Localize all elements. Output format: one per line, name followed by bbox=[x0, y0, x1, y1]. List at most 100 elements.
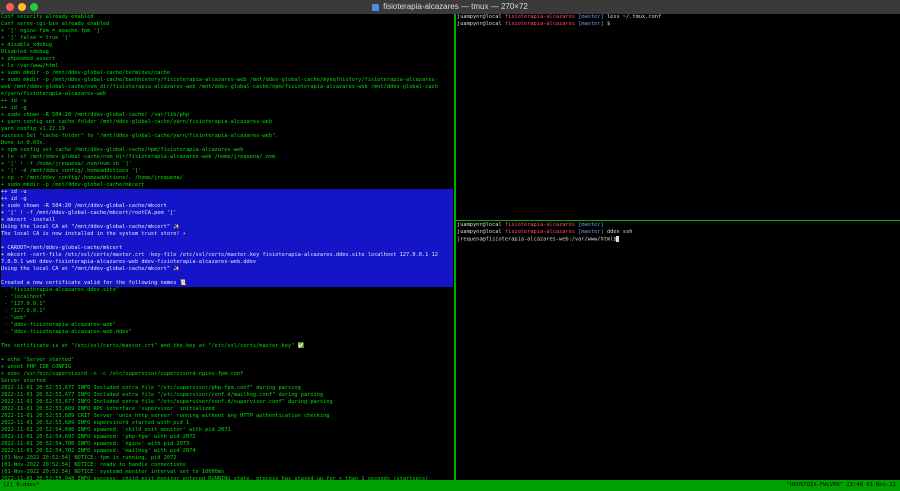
terminal-pane-left[interactable]: Conf security already enabled Conf serve-… bbox=[1, 14, 453, 480]
terminal-line: - "localhost" bbox=[1, 294, 46, 300]
prompt-project: fisioterapia-alcazares bbox=[504, 21, 576, 27]
terminal-line: Disabled xdebug bbox=[1, 49, 49, 55]
prompt-user: juampynr@local bbox=[457, 21, 502, 27]
terminal-line: - "fisioterapia-alcazares.ddev.site" bbox=[1, 287, 119, 293]
minimize-window-button[interactable] bbox=[18, 3, 26, 11]
terminal-line: Created a new certificate valid for the … bbox=[1, 280, 453, 287]
prompt-line: juampynr@local fisioterapia-alcazares [m… bbox=[457, 222, 899, 229]
terminal-line: + exec /usr/bin/supervisord -n -c /etc/s… bbox=[1, 371, 244, 377]
terminal-line: + '[' -d /mnt/ddev_config/.homeadditions… bbox=[1, 168, 142, 174]
window-title: fisioterapia-alcazares — tmux — 270×72 bbox=[372, 0, 528, 14]
terminal-pane-right-bottom[interactable]: juampynr@local fisioterapia-alcazares [m… bbox=[457, 222, 899, 480]
terminal-line: Using the local CA at "/mnt/ddev-global-… bbox=[1, 266, 453, 273]
prompt-user: juampynr@local bbox=[457, 14, 502, 20]
window-title-label: fisioterapia-alcazares — tmux — 270×72 bbox=[383, 2, 528, 11]
terminal-line: 2022-11-01 20:52:53,689 INFO supervisord… bbox=[1, 420, 190, 426]
prompt-user: juampynr@local bbox=[457, 222, 502, 228]
terminal-line: + yarn config set cache-folder /mnt/ddev… bbox=[1, 119, 273, 125]
terminal-line: + CAROOT=/mnt/ddev-global-cache/mkcert bbox=[1, 245, 453, 252]
terminal-line: 2022-11-01 20:52:53,689 CRIT Server 'uni… bbox=[1, 413, 330, 419]
terminal-line: + sudo chown -R 504:20 /mnt/ddev-global-… bbox=[1, 203, 453, 210]
terminal-line: + mkcert -install bbox=[1, 217, 453, 224]
terminal-line: web /mnt/ddev-global-cache/nvm_dir/fisio… bbox=[1, 84, 438, 90]
terminal-line: + '[' nginx-fpm = apache-fpm ']' bbox=[1, 28, 104, 34]
terminal-line: + sudo mkdir -p /mnt/ddev-global-cache/t… bbox=[1, 70, 171, 76]
terminal-line: The certificate is at "/etc/ssl/certs/ma… bbox=[1, 343, 305, 349]
terminal-line: - "127.0.0.1" bbox=[1, 301, 46, 307]
terminal-pane-right-top[interactable]: juampynr@local fisioterapia-alcazares [m… bbox=[457, 14, 899, 220]
prompt-line: juampynr@local fisioterapia-alcazares [m… bbox=[457, 14, 899, 21]
prompt-branch: [master] bbox=[578, 21, 604, 27]
terminal-line: + disable_xdebug bbox=[1, 42, 53, 48]
maximize-window-button[interactable] bbox=[30, 3, 38, 11]
prompt-command: $ bbox=[606, 21, 611, 27]
container-prompt-text: jrequena@fisioterapia-alcazares-web:/var… bbox=[457, 236, 617, 243]
terminal-line: + sudo mkdir -p /mnt/ddev-global-cache/b… bbox=[1, 77, 438, 83]
terminal-line: The local CA is now installed in the sys… bbox=[1, 231, 453, 238]
terminal-line: ++ id -g bbox=[1, 196, 453, 203]
container-prompt: jrequena@fisioterapia-alcazares-web:/var… bbox=[457, 236, 899, 243]
terminal-line: - "web" bbox=[1, 315, 27, 321]
terminal-line: + sudo mkdir -p /mnt/ddev-global-cache/m… bbox=[1, 182, 145, 188]
terminal-line: 2022-11-01 20:52:53,677 INFO Included ex… bbox=[1, 399, 333, 405]
tmux-status-right: "UKOSTOIX-FWLVER" 23:48 01-Nov-22 bbox=[786, 482, 896, 488]
terminal-line: [01-Nov-2022 20:52:54] NOTICE: fpm is ru… bbox=[1, 455, 177, 461]
prompt-user: juampynr@local bbox=[457, 229, 502, 235]
prompt-line: juampynr@local fisioterapia-alcazares [m… bbox=[457, 229, 899, 236]
prompt-branch: [master] bbox=[578, 14, 604, 20]
terminal-line: - "ddev-fisioterapia-alcazares-web.ddev" bbox=[1, 329, 132, 335]
terminal-line: 2022-11-01 20:52:54,690 INFO spawned: 'c… bbox=[1, 427, 231, 433]
terminal-line: ++ id -g bbox=[1, 105, 27, 111]
tmux-window-list[interactable]: [2] 0:ddev* bbox=[3, 480, 39, 491]
terminal-line: - "ddev-fisioterapia-alcazares-web" bbox=[1, 322, 116, 328]
terminal-line: ++ id -u bbox=[1, 189, 453, 196]
terminal-line: + sudo chown -R 504:20 /mnt/ddev-global-… bbox=[1, 112, 190, 118]
terminal-line: Conf security already enabled bbox=[1, 14, 94, 20]
terminal-line: + '[' false = true ']' bbox=[1, 35, 72, 41]
terminal-line: Using the local CA at "/mnt/ddev-global-… bbox=[1, 224, 453, 231]
terminal-line bbox=[1, 238, 453, 245]
terminal-line: 2022-11-01 20:52:53,689 INFO RPC interfa… bbox=[1, 406, 215, 412]
terminal-line bbox=[1, 273, 453, 280]
terminal-line: + cp -r /mnt/ddev_config/.homeadditions/… bbox=[1, 175, 183, 181]
prompt-project: fisioterapia-alcazares bbox=[504, 229, 576, 235]
terminal-line: - "127.0.0.1" bbox=[1, 308, 46, 314]
terminal-line: yarn config v1.22.19 bbox=[1, 126, 65, 132]
terminal-line: 7.0.0.1 web ddev-fisioterapia-alcazares-… bbox=[1, 259, 453, 266]
terminal-line: + phpenmod assert bbox=[1, 56, 56, 62]
terminal-line: success Set "cache-folder" to "/mnt/ddev… bbox=[1, 133, 279, 139]
terminal-line: 2022-11-01 20:52:53,677 INFO Included ex… bbox=[1, 392, 324, 398]
terminal-line: Server started bbox=[1, 378, 46, 384]
terminal-line: Conf serve-cgi-bin already enabled bbox=[1, 21, 110, 27]
terminal-line: + '[' ! -f /home/jrequena/.nvm/nvm.sh ']… bbox=[1, 161, 132, 167]
terminal-line: [01-Nov-2022 20:52:54] NOTICE: ready to … bbox=[1, 462, 186, 468]
window-titlebar: fisioterapia-alcazares — tmux — 270×72 bbox=[0, 0, 900, 14]
terminal-cursor bbox=[616, 236, 620, 242]
prompt-command: ddev ssh bbox=[606, 229, 633, 235]
terminal-line: + '[' ! -f /mnt/ddev-global-cache/mkcert… bbox=[1, 210, 453, 217]
tmux-status-bar: [2] 0:ddev* "UKOSTOIX-FWLVER" 23:48 01-N… bbox=[0, 480, 900, 491]
terminal-line: 2022-11-01 20:52:54,697 INFO spawned: 'p… bbox=[1, 434, 196, 440]
terminal-line: + ls /var/www/html bbox=[1, 63, 59, 69]
pane-divider-vertical[interactable] bbox=[454, 14, 456, 480]
terminal-line: + echo 'Server started' bbox=[1, 357, 75, 363]
terminal-line: ++ id -u bbox=[1, 98, 27, 104]
terminal-line: 2022-11-01 20:52:54,700 INFO spawned: 'n… bbox=[1, 441, 190, 447]
pane-divider-horizontal[interactable] bbox=[456, 220, 900, 221]
terminal-line: 2022-11-01 20:52:53,677 INFO Included ex… bbox=[1, 385, 301, 391]
close-window-button[interactable] bbox=[6, 3, 14, 11]
terminal-line: + mkcert -cert-file /etc/ssl/certs/maste… bbox=[1, 252, 453, 259]
terminal-line: e/yarn/fisioterapia-alcazares-web bbox=[1, 91, 107, 97]
terminal-line: [01-Nov-2022 20:52:54] NOTICE: systemd m… bbox=[1, 469, 225, 475]
prompt-branch: [master] bbox=[578, 222, 604, 228]
folder-icon bbox=[372, 3, 380, 11]
prompt-branch: [master] bbox=[578, 229, 604, 235]
prompt-line: juampynr@local fisioterapia-alcazares [m… bbox=[457, 21, 899, 28]
terminal-line: Done in 0.03s. bbox=[1, 140, 46, 146]
terminal-line: 2022-11-01 20:52:54,702 INFO spawned: 'm… bbox=[1, 448, 196, 454]
prompt-project: fisioterapia-alcazares bbox=[504, 222, 576, 228]
terminal-line: + unset PHP_IDE_CONFIG bbox=[1, 364, 72, 370]
terminal-line: + ln -sf /mnt/ddev-global-cache/nvm_dir/… bbox=[1, 154, 276, 160]
